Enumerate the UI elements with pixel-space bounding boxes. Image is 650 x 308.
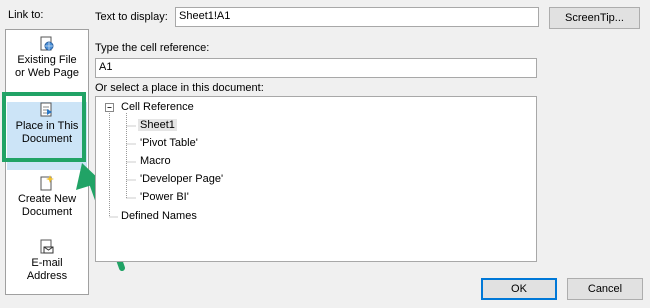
link-existing-file[interactable]: Existing File or Web Page — [7, 36, 87, 104]
tree-item-sheet[interactable]: Macro — [140, 155, 171, 167]
cell-reference-input[interactable]: A1 — [95, 58, 537, 78]
email-document-icon — [40, 239, 54, 255]
globe-document-icon — [40, 36, 54, 52]
tree-item-cell-reference[interactable]: Cell Reference — [121, 101, 194, 113]
document-place-icon — [40, 102, 54, 118]
existing-file-line1: Existing File — [17, 54, 77, 66]
tree-item-sheet[interactable]: 'Pivot Table' — [140, 137, 198, 149]
tree-item-sheet[interactable]: Sheet1 — [138, 119, 177, 131]
tree-item-sheet[interactable]: 'Developer Page' — [140, 173, 223, 185]
tree-item-label: Sheet1 — [138, 119, 177, 131]
text-to-display-label: Text to display: — [95, 11, 168, 23]
place-tree[interactable]: Cell Reference Sheet1 'Pivot Table' Macr… — [95, 96, 537, 262]
tree-item-sheet[interactable]: 'Power BI' — [140, 191, 189, 203]
place-line1: Place in This — [15, 120, 79, 132]
screentip-button[interactable]: ScreenTip... — [549, 7, 640, 29]
link-to-label: Link to: — [8, 9, 44, 21]
existing-file-line2: or Web Page — [14, 67, 79, 79]
cancel-button[interactable]: Cancel — [567, 278, 643, 300]
ok-button[interactable]: OK — [481, 278, 557, 300]
place-select-label: Or select a place in this document: — [95, 82, 264, 94]
text-to-display-input[interactable]: Sheet1!A1 — [175, 7, 539, 27]
place-line2: Document — [21, 133, 73, 145]
new-document-icon — [40, 175, 54, 191]
cell-reference-label: Type the cell reference: — [95, 42, 210, 54]
tree-item-defined-names[interactable]: Defined Names — [121, 210, 197, 222]
